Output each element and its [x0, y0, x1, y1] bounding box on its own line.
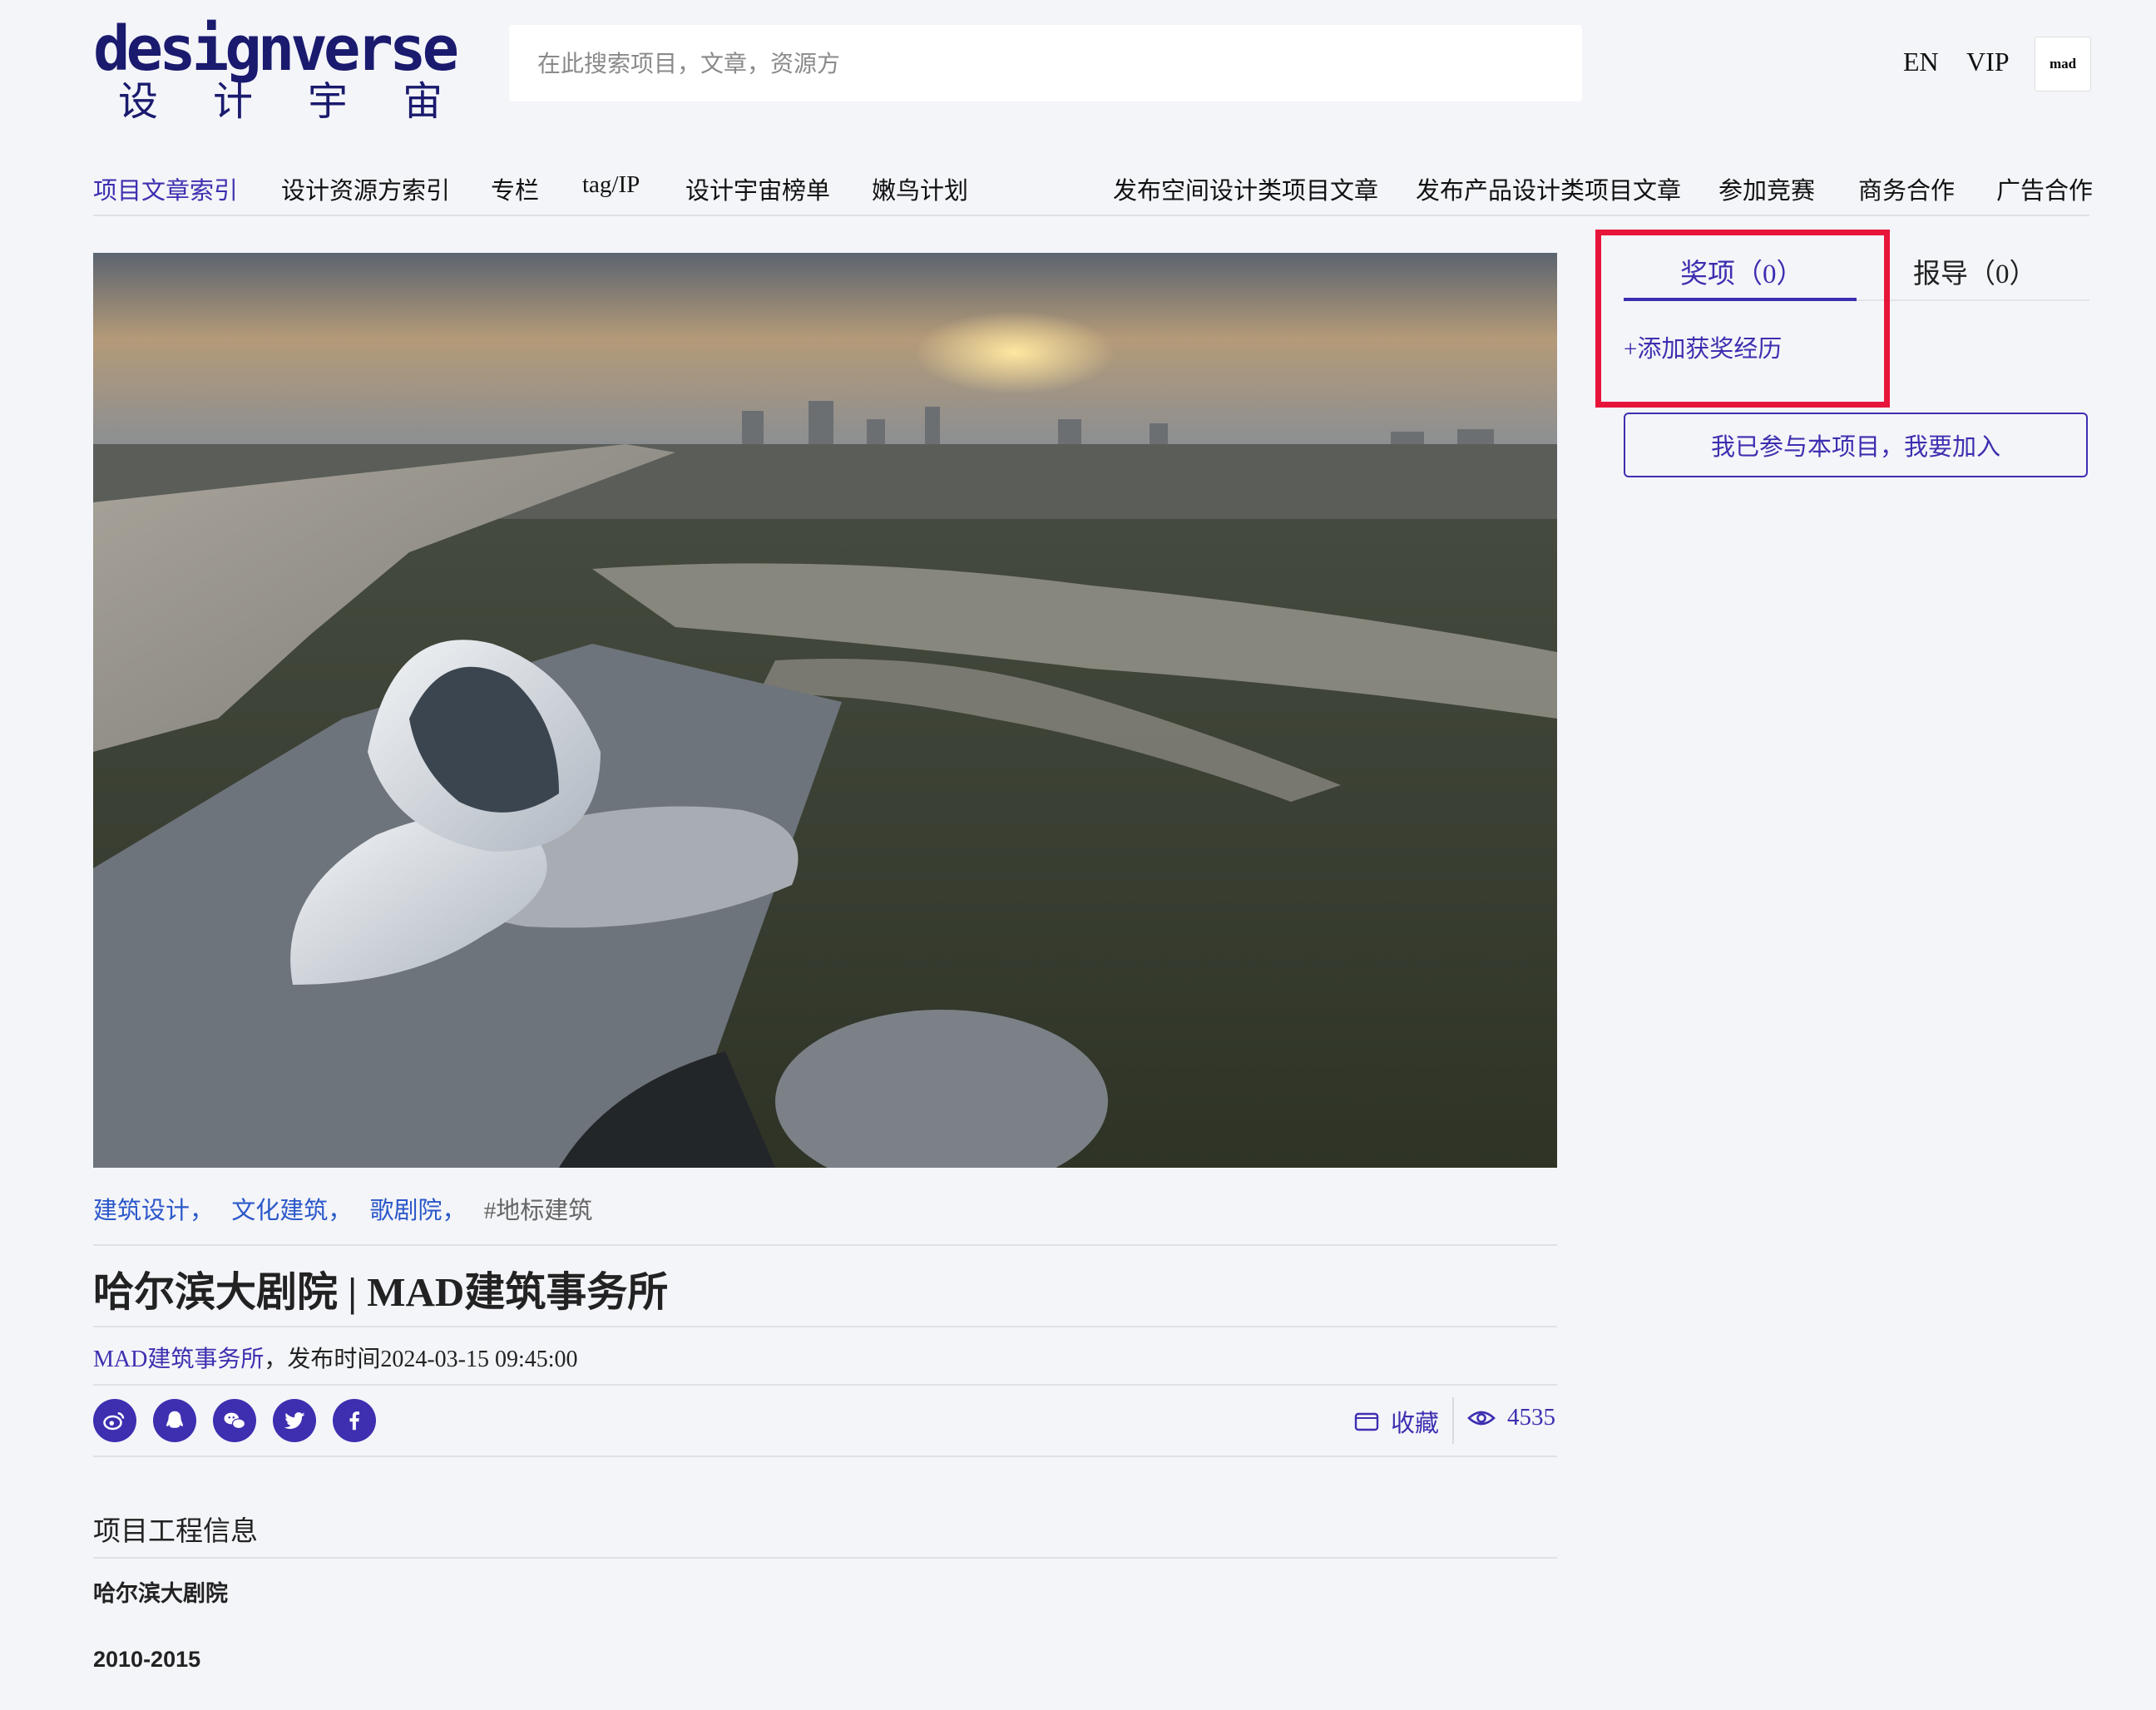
divider — [93, 1384, 1557, 1386]
author-link[interactable]: MAD建筑事务所 — [93, 1347, 264, 1372]
project-years: 2010-2015 — [93, 1647, 201, 1672]
facebook-icon[interactable] — [333, 1399, 376, 1442]
join-project-button[interactable]: 我已参与本项目，我要加入 — [1624, 413, 2088, 477]
tag-landmark[interactable]: #地标建筑 — [484, 1198, 593, 1224]
user-avatar[interactable]: mad — [2035, 37, 2091, 91]
nav-publish-space[interactable]: 发布空间设计类项目文章 — [1113, 171, 1378, 206]
publish-time: ，发布时间2024-03-15 09:45:00 — [264, 1347, 578, 1372]
highlight-box — [1595, 230, 1890, 408]
tag-architecture-design[interactable]: 建筑设计， — [93, 1198, 214, 1224]
tag-cultural-building[interactable]: 文化建筑， — [231, 1198, 352, 1224]
join-project-label: 我已参与本项目，我要加入 — [1710, 434, 2000, 461]
logo-char: 宙 — [402, 78, 443, 125]
vip-link[interactable]: VIP — [1966, 47, 2010, 77]
logo-char: 宇 — [307, 78, 348, 125]
project-info-heading: 项目工程信息 — [93, 1517, 258, 1547]
article-meta: MAD建筑事务所，发布时间2024-03-15 09:45:00 — [93, 1341, 578, 1374]
nav-rankings[interactable]: 设计宇宙榜单 — [685, 171, 830, 206]
view-count-value: 4535 — [1507, 1404, 1555, 1431]
qq-icon[interactable] — [153, 1399, 196, 1442]
nav-columns[interactable]: 专栏 — [491, 171, 539, 206]
eye-icon — [1467, 1411, 1496, 1425]
nav-business[interactable]: 商务合作 — [1858, 171, 1955, 206]
action-divider — [1452, 1397, 1454, 1444]
view-count: 4535 — [1467, 1404, 1555, 1431]
project-hero-image[interactable] — [93, 253, 1557, 1168]
twitter-icon[interactable] — [273, 1399, 316, 1442]
tag-opera-house[interactable]: 歌剧院， — [370, 1198, 467, 1224]
search-box — [509, 25, 1582, 101]
nav-competition[interactable]: 参加竞赛 — [1718, 171, 1815, 206]
weibo-icon[interactable] — [93, 1399, 136, 1442]
site-logo[interactable]: designverse 设 计 宇 宙 — [93, 18, 459, 126]
favorite-button[interactable]: 收藏 — [1354, 1404, 1439, 1439]
language-switch-link[interactable]: EN — [1903, 47, 1939, 77]
nav-advertising[interactable]: 广告合作 — [1996, 171, 2093, 206]
project-name: 哈尔滨大剧院 — [93, 1581, 228, 1606]
divider — [93, 1244, 1557, 1246]
logo-wordmark: designverse — [93, 13, 459, 85]
nav-newbird-plan[interactable]: 嫩鸟计划 — [872, 171, 968, 206]
nav-design-resources[interactable]: 设计资源方索引 — [281, 171, 450, 206]
nav-project-articles[interactable]: 项目文章索引 — [93, 171, 238, 206]
nav-divider — [93, 215, 2089, 216]
logo-chinese: 设 计 宇 宙 — [118, 78, 443, 125]
wechat-icon[interactable] — [213, 1399, 256, 1442]
favorite-label: 收藏 — [1391, 1411, 1440, 1437]
nav-publish-product[interactable]: 发布产品设计类项目文章 — [1416, 171, 1681, 206]
tag-list: 建筑设计， 文化建筑， 歌剧院， #地标建筑 — [93, 1191, 592, 1226]
search-input[interactable] — [509, 25, 1582, 101]
logo-char: 计 — [212, 78, 253, 125]
logo-char: 设 — [118, 78, 159, 125]
avatar-text: mad — [2049, 56, 2077, 72]
divider — [93, 1326, 1557, 1327]
nav-tag-ip[interactable]: tag/IP — [582, 171, 640, 199]
article-title: 哈尔滨大剧院 | MAD建筑事务所 — [93, 1269, 669, 1315]
divider — [93, 1455, 1557, 1457]
divider — [93, 1557, 1557, 1559]
tab-reports[interactable]: 报导（0） — [1913, 251, 2037, 291]
folder-icon — [1354, 1412, 1379, 1431]
